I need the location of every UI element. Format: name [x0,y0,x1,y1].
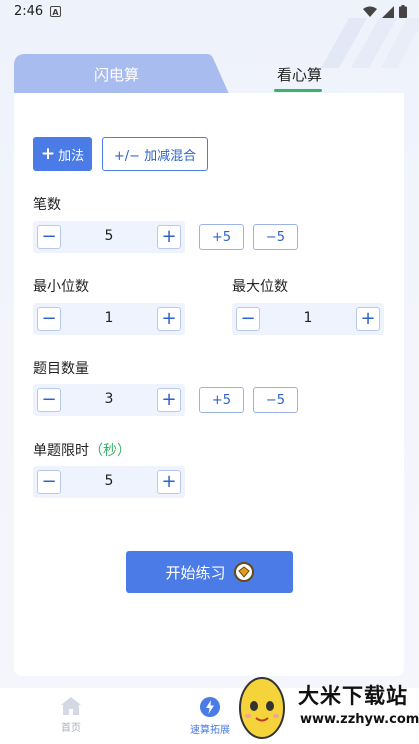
min-digits-stepper: − 1 + [33,303,185,335]
max-digits-decrement-button[interactable]: − [236,307,260,331]
min-digits-label: 最小位数 [33,279,89,295]
tab-mental-calc[interactable]: 看心算 [277,64,322,85]
strokes-decrement-button[interactable]: − [37,225,61,249]
strokes-value[interactable]: 5 [63,228,155,244]
site-watermark: 大米下载站 www.zzhyw.com [232,668,419,744]
nav-speed-label: 速算拓展 [190,725,230,736]
start-practice-button[interactable]: 开始练习 [126,551,293,593]
question-count-label: 题目数量 [33,361,89,377]
max-digits-stepper: − 1 + [232,303,384,335]
mixed-mode-button[interactable]: +/− 加减混合 [102,137,208,171]
tab-slant-shape [199,54,229,94]
start-practice-label: 开始练习 [165,563,226,582]
active-tab-indicator [274,89,322,92]
notification-icon: A [50,6,61,17]
time-limit-value[interactable]: 5 [63,473,155,489]
time-limit-label: 单题限时（秒） [33,440,131,460]
plus-icon: + [40,144,56,164]
status-icons [363,5,407,18]
battery-icon [399,5,407,18]
nav-speed-extension[interactable]: 速算拓展 [180,696,240,736]
watermark-title: 大米下载站 [298,684,408,708]
nav-home[interactable]: 首页 [41,696,101,734]
question-count-increment-button[interactable]: + [157,388,181,412]
watermark-url: www.zzhyw.com [300,712,419,727]
addition-mode-label: 加法 [58,148,85,164]
lightning-icon [200,697,220,717]
time-limit-decrement-button[interactable]: − [37,470,61,494]
wifi-icon [363,6,377,17]
mode-tabs: 闪电算 看心算 [14,54,404,94]
tab-lightning-calc-label: 闪电算 [94,66,140,84]
time-limit-stepper: − 5 + [33,466,185,498]
min-digits-value[interactable]: 1 [63,310,155,326]
home-icon [61,697,81,715]
addition-mode-button[interactable]: + 加法 [33,137,92,171]
min-digits-increment-button[interactable]: + [157,307,181,331]
question-count-plus5-button[interactable]: +5 [199,387,244,413]
coin-icon [233,562,254,582]
question-count-minus5-button[interactable]: −5 [253,387,298,413]
min-digits-decrement-button[interactable]: − [37,307,61,331]
signal-icon [382,5,394,18]
time-limit-increment-button[interactable]: + [157,470,181,494]
max-digits-value[interactable]: 1 [262,310,354,326]
max-digits-increment-button[interactable]: + [356,307,380,331]
strokes-minus5-button[interactable]: −5 [253,224,298,250]
question-count-value[interactable]: 3 [63,391,155,407]
nav-home-label: 首页 [61,723,81,734]
strokes-label: 笔数 [33,197,61,213]
status-time: 2:46 [14,4,44,19]
strokes-plus5-button[interactable]: +5 [199,224,244,250]
question-count-stepper: − 3 + [33,384,185,416]
max-digits-label: 最大位数 [232,279,288,295]
mixed-mode-label: +/− 加减混合 [113,148,197,164]
settings-card: + 加法 +/− 加减混合 笔数 − 5 + +5 −5 最小位数 − 1 + … [14,93,404,676]
question-count-decrement-button[interactable]: − [37,388,61,412]
time-limit-unit: （秒） [89,443,131,459]
tab-lightning-calc[interactable]: 闪电算 [14,54,209,94]
mascot-logo [239,677,285,739]
time-limit-text: 单题限时 [33,443,89,459]
strokes-increment-button[interactable]: + [157,225,181,249]
strokes-stepper: − 5 + [33,221,185,253]
